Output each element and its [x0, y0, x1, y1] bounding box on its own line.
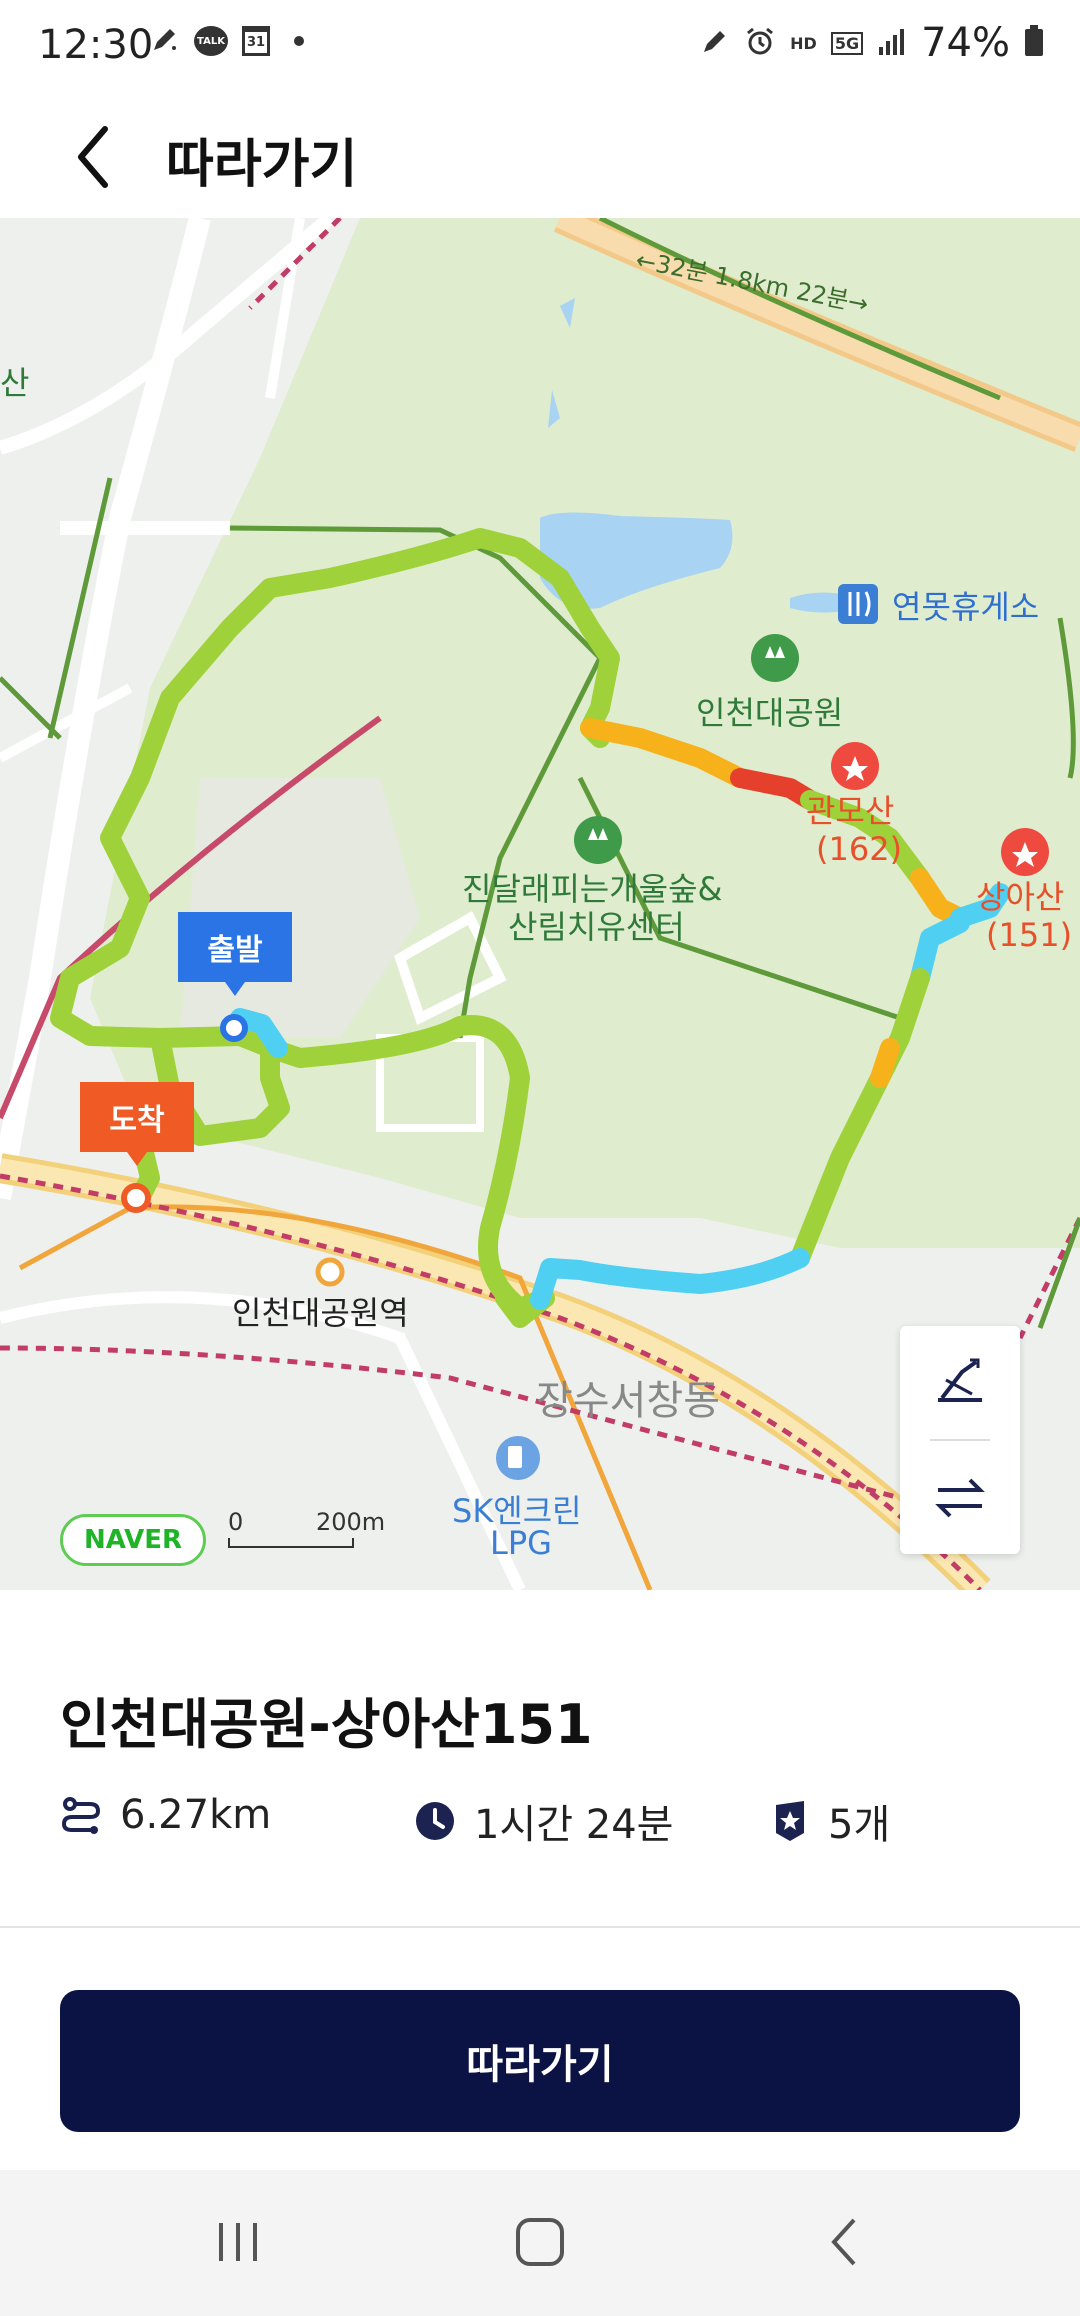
clock-icon [416, 1802, 454, 1840]
peak-marker-icon-1 [831, 742, 879, 790]
route-distance-icon [61, 1797, 101, 1834]
battery-icon [1024, 25, 1044, 61]
sheet-divider [0, 1926, 1080, 1928]
status-right-icons: HD 5G 74% [700, 20, 1044, 66]
status-time: 12:30 [38, 22, 154, 68]
scale-distance: 200m [316, 1508, 386, 1536]
alarm-icon [744, 25, 776, 61]
recents-icon [219, 2223, 257, 2261]
peak1-height: (162) [816, 830, 903, 868]
follow-button[interactable]: 따라가기 [60, 1990, 1020, 2132]
page-title: 따라가기 [166, 135, 358, 195]
back-arrow-icon [78, 126, 108, 188]
calendar-badge-text: 31 [246, 35, 266, 50]
signal-icon [877, 27, 907, 59]
hd-badge-text: HD [790, 33, 817, 53]
5g-icon: 5G [830, 31, 864, 55]
battery-percent: 74% [921, 20, 1010, 66]
forest-center-label-2[interactable]: 산림치유센터 [508, 902, 685, 948]
course-stats: 6.27km 1시간 24분 5개 [60, 1792, 1040, 1852]
controls-divider [930, 1439, 990, 1441]
start-tag: 출발 [178, 912, 292, 996]
back-button[interactable] [58, 118, 128, 196]
distance-stat: 6.27km [60, 1792, 271, 1838]
district-label: 장수서창동 [536, 1378, 720, 1424]
elevation-button[interactable] [900, 1326, 1020, 1438]
distance-value: 6.27km [120, 1792, 272, 1838]
pen-icon [700, 26, 730, 60]
system-back-icon [831, 2218, 856, 2266]
start-tag-pointer [225, 982, 245, 996]
gas-station-label-2[interactable]: LPG [490, 1524, 552, 1562]
recents-button[interactable] [178, 2200, 298, 2284]
duration-value: 1시간 24분 [474, 1802, 674, 1848]
restaurant-icon [838, 584, 878, 624]
peak-badge-icon [776, 1801, 804, 1841]
swap-arrows-icon [935, 1478, 985, 1518]
gas-station-icon [496, 1436, 540, 1480]
course-title: 인천대공원-상아산151 [60, 1693, 593, 1756]
home-icon [516, 2218, 564, 2266]
home-button[interactable] [480, 2200, 600, 2284]
pen-icon [150, 24, 180, 58]
end-tag-pointer [127, 1152, 147, 1166]
dot-icon [294, 36, 304, 46]
park-label[interactable]: 인천대공원 [696, 688, 843, 734]
peak-marker-icon-2 [1001, 828, 1049, 876]
system-back-button[interactable] [784, 2200, 904, 2284]
station-label[interactable]: 인천대공원역 [232, 1288, 409, 1334]
duration-stat: 1시간 24분 [414, 1792, 673, 1850]
calendar-icon: 31 [242, 26, 270, 56]
status-left-icons: TALK 31 [150, 24, 304, 58]
talk-badge-text: TALK [197, 35, 225, 47]
fiveg-badge-text: 5G [834, 33, 860, 53]
reverse-direction-button[interactable] [900, 1442, 1020, 1554]
talk-icon: TALK [194, 26, 228, 56]
peak2-height: (151) [986, 916, 1073, 954]
map-controls [900, 1326, 1020, 1554]
naver-logo: NAVER [60, 1514, 206, 1566]
course-info-sheet: 인천대공원-상아산151 6.27km 1시간 24분 5개 따라가기 [0, 1590, 1080, 2170]
peaks-value: 5개 [828, 1802, 891, 1848]
system-nav-bar [0, 2170, 1080, 2316]
app-bar: 따라가기 [0, 96, 1080, 218]
peaks-stat: 5개 [770, 1792, 890, 1850]
map-view[interactable]: ←32분 1.8km 22분→ 산 연못휴게소 인천대공원 진달래피는개울숲& … [0, 218, 1080, 1590]
status-bar: 12:30 TALK 31 HD 5G 74% [0, 0, 1080, 96]
peak1-name[interactable]: 관모산 [806, 792, 894, 830]
peak2-name[interactable]: 상아산 [976, 878, 1064, 916]
park-tree-icon [751, 634, 799, 682]
scale-bar [228, 1538, 354, 1548]
forest-center-tree-icon [574, 816, 622, 864]
start-tag-text: 출발 [207, 933, 263, 968]
hd-voice-icon: HD [790, 34, 817, 53]
end-tag: 도착 [80, 1082, 194, 1166]
map-scale: 0 200m [228, 1508, 385, 1552]
rest-area-label[interactable]: 연못휴게소 [892, 582, 1039, 628]
edge-label: 산 [0, 364, 30, 402]
elevation-icon [938, 1358, 982, 1402]
scale-zero: 0 [228, 1508, 244, 1536]
end-tag-text: 도착 [109, 1103, 165, 1138]
